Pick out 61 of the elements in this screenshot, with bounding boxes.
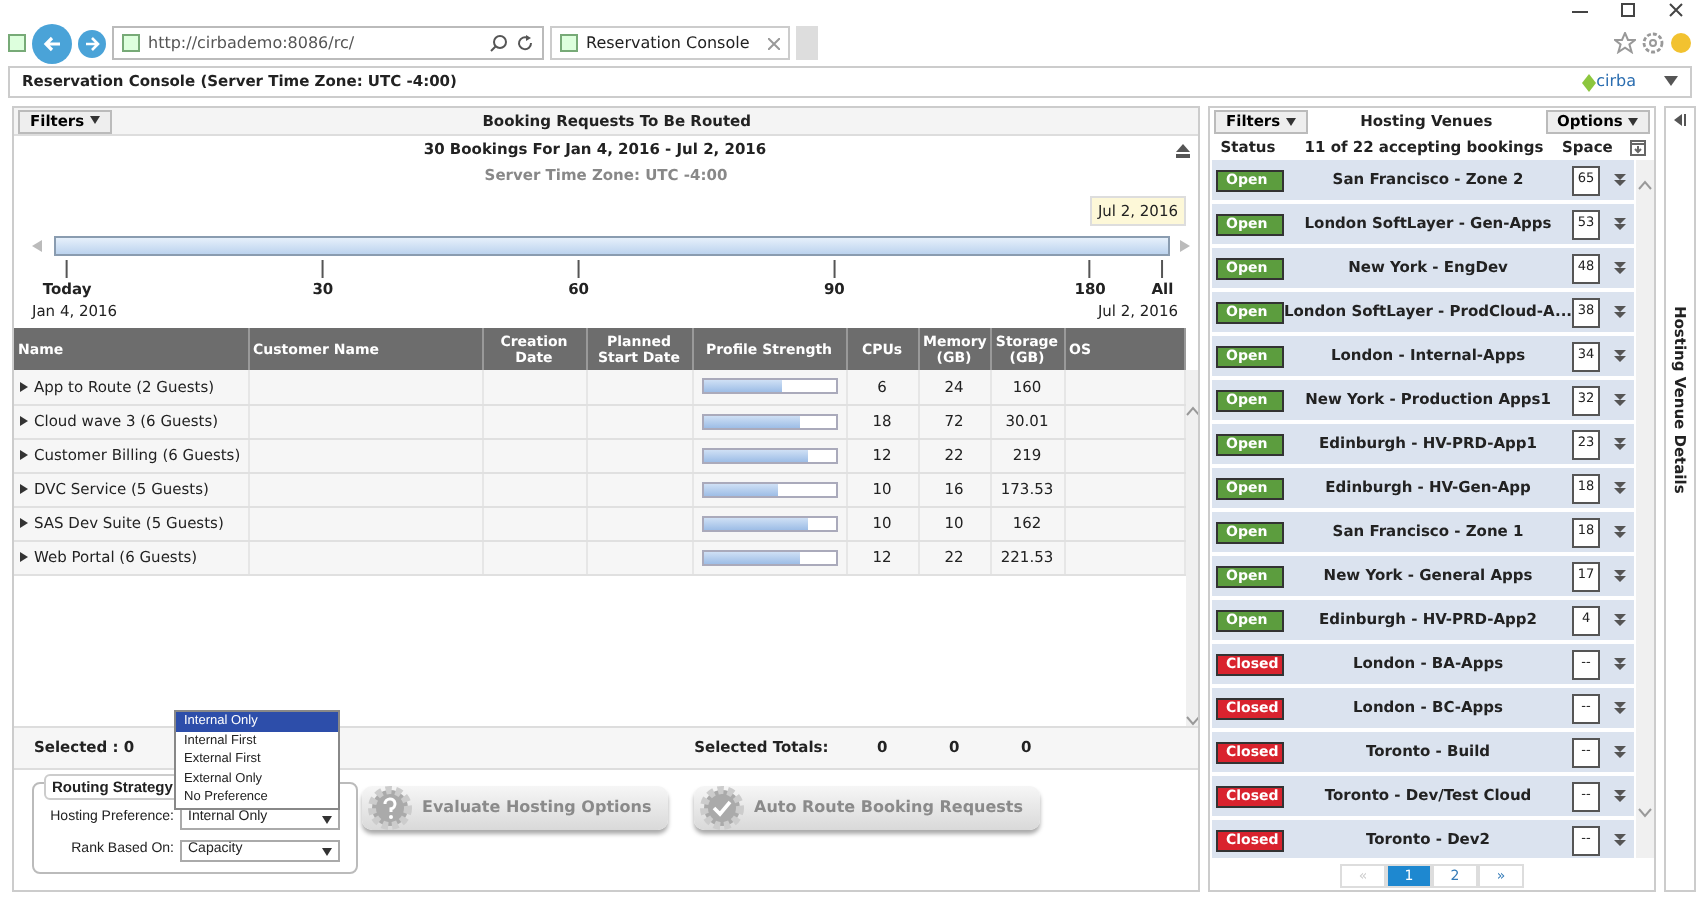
eject-icon[interactable] (1176, 143, 1190, 157)
expand-icon[interactable] (1614, 174, 1627, 186)
expand-icon[interactable] (1614, 394, 1627, 406)
tick-mark (577, 260, 580, 278)
expand-icon[interactable] (1614, 262, 1627, 274)
maximize-icon[interactable] (1620, 0, 1636, 20)
tick-mark (66, 260, 69, 278)
export-icon[interactable] (1630, 140, 1646, 156)
logo: cirba (1582, 70, 1636, 94)
expand-arrow-icon[interactable] (20, 416, 28, 427)
expand-icon[interactable] (1614, 614, 1627, 626)
caret-icon (1285, 117, 1296, 126)
forward-arrow-icon (84, 35, 100, 51)
tick-mark (833, 260, 836, 278)
browser-tab[interactable]: Reservation Console (550, 26, 790, 60)
expand-arrow-icon[interactable] (20, 450, 28, 461)
back-arrow-icon (42, 33, 62, 53)
expand-icon[interactable] (1614, 658, 1627, 670)
tick-mark (321, 260, 324, 278)
expand-icon[interactable] (1614, 438, 1627, 450)
scrollbar[interactable] (1185, 370, 1198, 726)
page-icon (8, 34, 26, 52)
tick-mark (1161, 260, 1164, 278)
caret-icon (322, 815, 332, 823)
expand-arrow-icon[interactable] (20, 552, 28, 563)
expand-icon[interactable] (1614, 746, 1627, 758)
expand-icon[interactable] (1614, 702, 1627, 714)
expand-arrow-icon[interactable] (20, 518, 28, 529)
expand-icon[interactable] (1614, 306, 1627, 318)
gear-check-icon (698, 784, 746, 832)
expand-panel-icon[interactable] (1674, 114, 1686, 126)
expand-icon[interactable] (1614, 482, 1627, 494)
tab-page-icon (560, 34, 578, 52)
caret-icon (89, 116, 100, 125)
tab-close-icon[interactable] (768, 37, 780, 49)
expand-icon[interactable] (1614, 526, 1627, 538)
expand-icon[interactable] (1614, 790, 1627, 802)
tab-title: Reservation Console (586, 31, 752, 55)
back-button[interactable] (32, 23, 72, 63)
expand-icon[interactable] (1614, 570, 1627, 582)
expand-icon[interactable] (1614, 218, 1627, 230)
expand-icon[interactable] (1614, 350, 1627, 362)
timeline-slider[interactable] (56, 238, 1168, 254)
expand-arrow-icon[interactable] (20, 382, 28, 393)
gear-question-icon (366, 784, 414, 832)
forward-button[interactable] (78, 29, 106, 57)
url-text: http://cirbademo:8086/rc/ (148, 31, 357, 55)
scroll-down-icon[interactable] (1185, 716, 1198, 726)
expand-icon[interactable] (1614, 834, 1627, 846)
close-icon[interactable] (1668, 0, 1684, 20)
refresh-icon[interactable] (516, 34, 534, 52)
star-icon[interactable] (1614, 32, 1636, 54)
address-bar[interactable]: http://cirbademo:8086/rc/ (112, 26, 544, 60)
collapse-icon[interactable] (1664, 76, 1678, 88)
caret-icon (1628, 117, 1638, 126)
caret-icon (322, 847, 332, 855)
settings-icon[interactable] (1642, 32, 1664, 54)
expand-arrow-icon[interactable] (20, 484, 28, 495)
search-icon[interactable] (490, 34, 508, 52)
tick-mark (1089, 260, 1092, 278)
site-icon (122, 34, 140, 52)
